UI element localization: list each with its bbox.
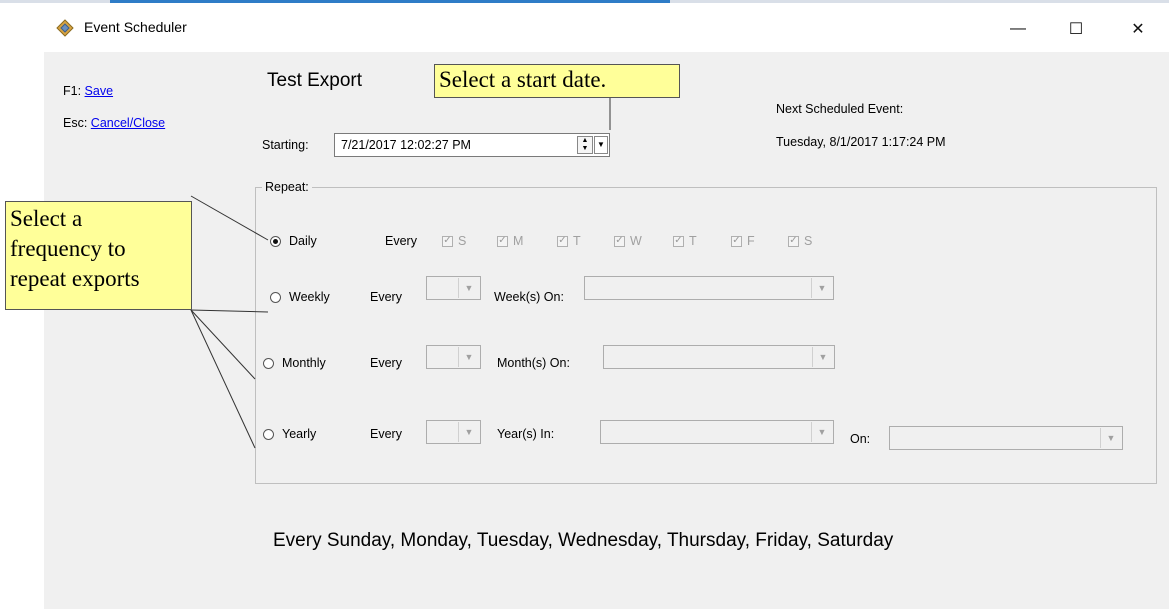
frequency-callout-line1: Select a: [10, 206, 83, 231]
frequency-callout-line3: repeat exports: [10, 266, 140, 291]
frequency-callout: Select a frequency to repeat exports: [5, 201, 192, 310]
frequency-callout-line2: frequency to: [10, 236, 126, 261]
start-date-callout: Select a start date.: [434, 64, 680, 98]
